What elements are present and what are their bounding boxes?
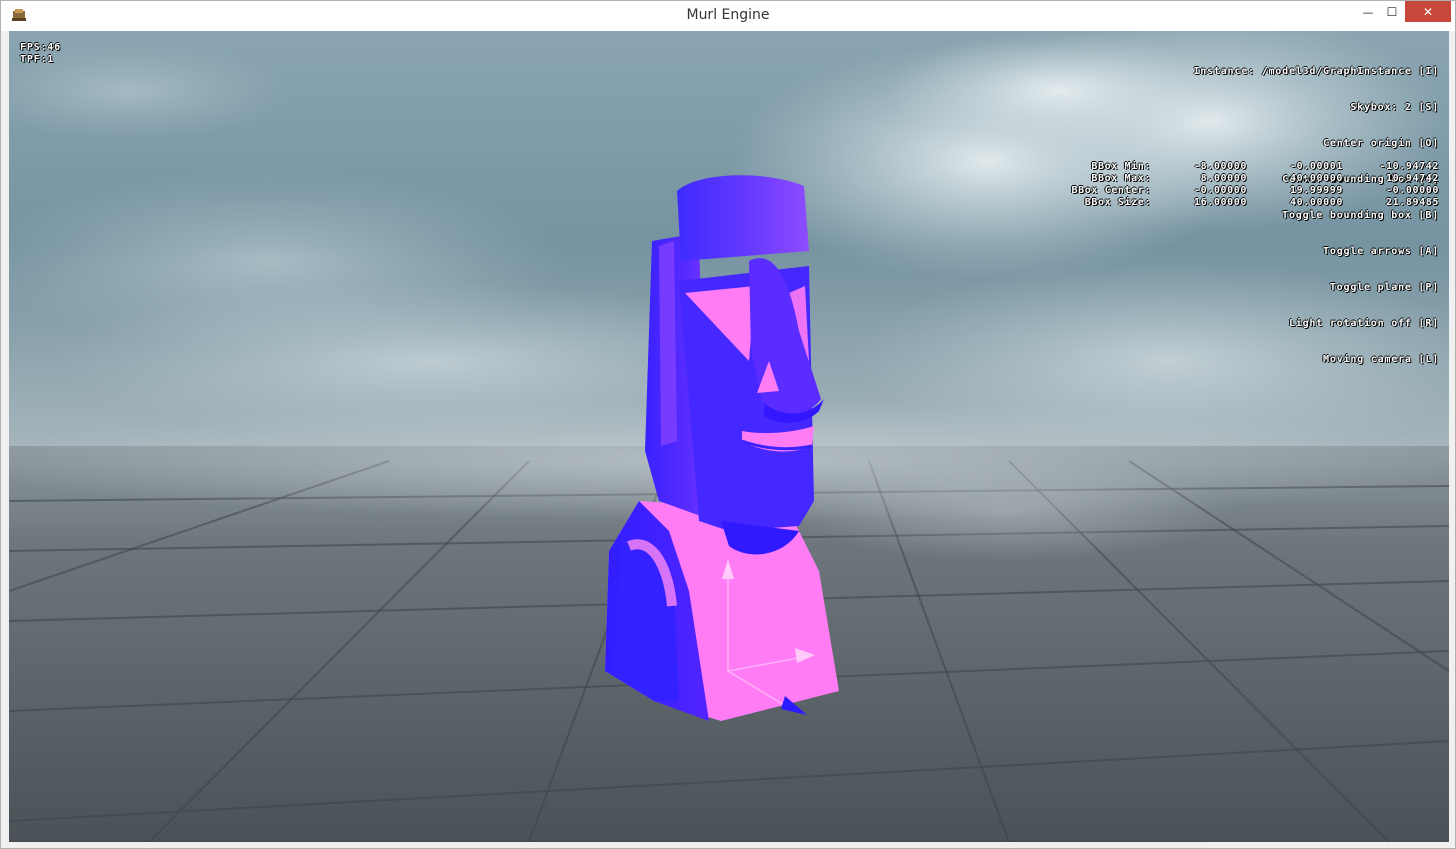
bbox-max-y: 40.00000 [1290, 173, 1343, 184]
bbox-max-row: BBox Max: 8.00000 40.00000 10.94742 [1041, 173, 1439, 185]
maximize-button[interactable]: ☐ [1377, 1, 1407, 23]
hud-center-origin: Center origin [O] [1323, 138, 1439, 149]
bbox-min-z: -10.94742 [1379, 161, 1439, 172]
bbox-size-row: BBox Size: 16.00000 40.00000 21.89485 [1041, 197, 1439, 209]
bbox-min-row: BBox Min: -8.00000 -0.00001 -10.94742 [1041, 161, 1439, 173]
fps-readout: FPS:46 [20, 42, 61, 53]
bbox-size-x: 16.00000 [1194, 197, 1247, 208]
hud-controls: Instance: /model3d/GraphInstance [I] Sky… [1193, 42, 1439, 390]
hud-light-rotation: Light rotation off [R] [1288, 318, 1439, 329]
minimize-icon: — [1362, 5, 1374, 19]
bbox-max-x: 8.00000 [1200, 173, 1247, 184]
bbox-min-y: -0.00001 [1290, 161, 1343, 172]
bbox-center-row: BBox Center: -0.00000 19.99999 -0.00000 [1041, 185, 1439, 197]
hud-toggle-plane: Toggle plane [P] [1329, 282, 1439, 293]
bbox-center-x: -0.00000 [1194, 185, 1247, 196]
bbox-center-y: 19.99999 [1290, 185, 1343, 196]
bbox-size-label: BBox Size: [1084, 197, 1151, 208]
bbox-max-z: 10.94742 [1386, 173, 1439, 184]
hud-stats: FPS:46 TPF:1 [20, 42, 61, 66]
bbox-min-label: BBox Min: [1091, 161, 1151, 172]
bbox-center-label: BBox Center: [1071, 185, 1151, 196]
close-icon: ✕ [1422, 4, 1434, 19]
bbox-center-z: -0.00000 [1386, 185, 1439, 196]
close-button[interactable]: ✕ [1405, 1, 1451, 22]
tpf-readout: TPF:1 [20, 54, 55, 65]
title-bar[interactable]: Murl Engine — ☐ ✕ [1, 1, 1455, 31]
hud-instance: Instance: /model3d/GraphInstance [I] [1193, 66, 1439, 77]
window-title: Murl Engine [686, 7, 770, 23]
bbox-size-y: 40.00000 [1290, 197, 1343, 208]
render-viewport[interactable]: FPS:46 TPF:1 Instance: /model3d/GraphInst… [9, 31, 1449, 842]
hud-toggle-bbox: Toggle bounding box [B] [1282, 210, 1439, 221]
bbox-max-label: BBox Max: [1091, 173, 1151, 184]
hud-moving-camera: Moving camera [L] [1323, 354, 1439, 365]
hud-toggle-arrows: Toggle arrows [A] [1323, 246, 1439, 257]
bbox-min-x: -8.00000 [1194, 161, 1247, 172]
bbox-size-z: 21.89485 [1386, 197, 1439, 208]
bbox-table: BBox Min: -8.00000 -0.00001 -10.94742 BB… [1041, 161, 1439, 209]
app-window: Murl Engine — ☐ ✕ FPS:46 TPF:1 Instance:… [0, 0, 1456, 849]
maximize-icon: ☐ [1386, 5, 1398, 19]
hud-skybox: Skybox: 2 [S] [1350, 102, 1439, 113]
